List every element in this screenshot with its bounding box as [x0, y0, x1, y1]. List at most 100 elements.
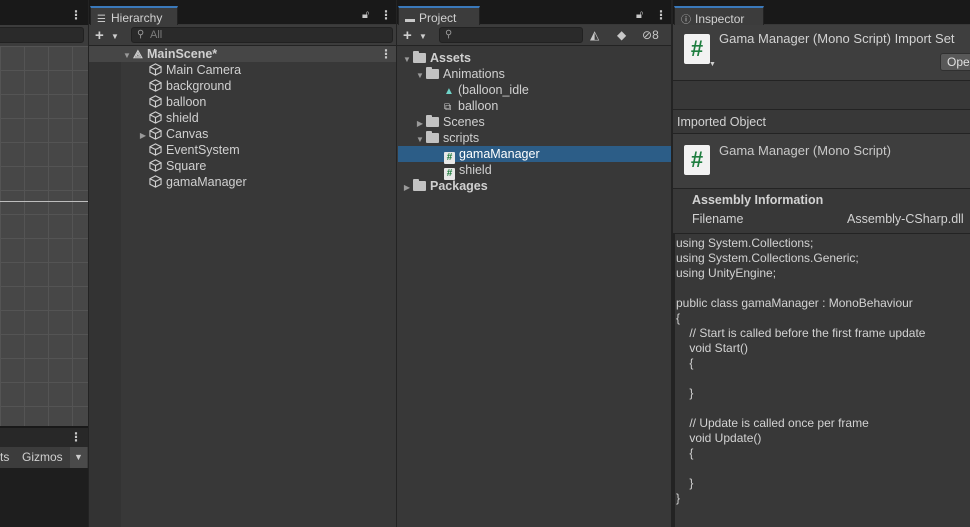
panel-divider[interactable] — [671, 0, 673, 527]
gameobject-icon — [149, 79, 162, 92]
asset-balloon-idle[interactable]: ▲ (balloon_idle — [444, 82, 529, 98]
hierarchy-item-label: gamaManager — [166, 175, 247, 189]
hierarchy-search-input[interactable]: ⚲ All — [131, 27, 393, 43]
tab-inspector[interactable]: ⓘ Inspector — [674, 6, 764, 26]
expand-icon[interactable]: ▼ — [414, 68, 426, 84]
scene-header[interactable]: ▼ ⟁ MainScene* — [121, 46, 217, 62]
gameobject-icon — [149, 175, 162, 188]
code-line: // Start is called before the first fram… — [676, 326, 926, 340]
folder-assets[interactable]: ▼ Assets — [401, 50, 471, 66]
gizmos-button[interactable]: Gizmos — [22, 450, 63, 464]
search-icon: ⚲ — [445, 29, 453, 40]
hierarchy-item[interactable]: shield — [137, 110, 199, 126]
hierarchy-panel — [89, 24, 396, 527]
folder-assets-label: Assets — [430, 51, 471, 65]
stats-label[interactable]: ts — [0, 450, 9, 464]
open-button[interactable]: Ope — [940, 53, 970, 71]
project-lock-icon[interactable]: 🔓︎ — [636, 9, 643, 22]
inspector-tab-label: Inspector — [695, 12, 745, 26]
folder-icon — [426, 115, 439, 127]
scene-expand-icon[interactable]: ▼ — [121, 48, 133, 64]
scene-search-input[interactable] — [0, 27, 84, 43]
tab-hierarchy[interactable]: ☰ Hierarchy — [90, 6, 178, 26]
scene-grid-view[interactable] — [0, 46, 88, 426]
code-line: using System.Collections; — [676, 236, 814, 250]
gameobject-icon — [149, 63, 162, 76]
hierarchy-item-label: background — [166, 79, 232, 93]
imported-object-label: Imported Object — [677, 115, 766, 129]
tab-project[interactable]: ▬ Project — [398, 6, 480, 26]
hierarchy-item[interactable]: Main Camera — [137, 62, 241, 78]
hierarchy-item-label: Main Camera — [166, 63, 242, 77]
game-view — [0, 468, 88, 527]
csharp-script-large-icon: # — [684, 34, 710, 64]
hierarchy-add-icon[interactable]: + — [95, 28, 104, 43]
panel-divider[interactable] — [88, 0, 89, 527]
code-line: using UnityEngine; — [676, 266, 777, 280]
project-panel — [397, 24, 671, 527]
object-title: Gama Manager (Mono Script) — [719, 143, 891, 158]
hierarchy-add-dropdown-icon[interactable]: ▼ — [111, 32, 119, 41]
hidden-packages-icon[interactable]: ⊘8 — [642, 28, 659, 42]
asset-gamamanager-label: gamaManager — [459, 147, 540, 161]
hierarchy-item[interactable]: Square — [137, 158, 206, 174]
asset-balloon-controller[interactable]: ⧉ balloon — [444, 98, 498, 114]
folder-packages[interactable]: ▶ Packages — [401, 178, 488, 194]
code-line: using System.Collections.Generic; — [676, 251, 859, 265]
project-add-dropdown-icon[interactable]: ▼ — [419, 32, 427, 41]
filename-label: Filename — [692, 212, 744, 226]
hierarchy-tab-icon: ☰ — [97, 14, 106, 25]
code-line: { — [676, 446, 694, 460]
folder-icon — [413, 179, 426, 191]
header-dropdown-icon[interactable]: ▼ — [709, 61, 716, 68]
hierarchy-search-placeholder: All — [150, 29, 163, 41]
hierarchy-item-label: balloon — [166, 95, 207, 109]
folder-animations[interactable]: ▼ Animations — [414, 66, 505, 82]
expand-icon[interactable]: ▶ — [401, 180, 413, 196]
asset-gamamanager-script[interactable]: # gamaManager — [444, 146, 540, 164]
project-add-icon[interactable]: + — [403, 28, 412, 43]
hierarchy-tab-label: Hierarchy — [111, 11, 163, 25]
gameobject-icon — [149, 159, 162, 172]
gameobject-icon — [149, 127, 162, 140]
filename-value: Assembly-CSharp.dll — [847, 212, 964, 226]
project-search-input[interactable]: ⚲ — [439, 27, 583, 43]
folder-icon — [413, 51, 426, 63]
hierarchy-menu-icon[interactable]: ⋮ — [380, 9, 392, 21]
hierarchy-lock-icon[interactable]: 🔓︎ — [362, 9, 369, 22]
folder-scenes[interactable]: ▶ Scenes — [414, 114, 485, 130]
hierarchy-item[interactable]: EventSystem — [137, 142, 240, 158]
info-icon: ⓘ — [681, 15, 691, 26]
folder-scripts[interactable]: ▼ scripts — [414, 130, 479, 146]
assembly-info-heading: Assembly Information — [692, 193, 824, 207]
folder-open-icon — [426, 67, 439, 79]
csharp-script-object-icon: # — [684, 145, 710, 175]
code-line: public class gamaManager : MonoBehaviour — [676, 296, 913, 310]
filter-by-type-icon[interactable]: ◭ — [590, 28, 599, 42]
gizmos-dropdown-icon[interactable]: ▼ — [70, 447, 87, 468]
unity-scene-icon: ⟁ — [133, 49, 143, 61]
hierarchy-item[interactable]: balloon — [137, 94, 206, 110]
project-menu-icon[interactable]: ⋮ — [655, 9, 667, 21]
game-panel-menu-icon[interactable]: ⋮ — [70, 431, 82, 443]
hierarchy-item-label: Square — [166, 159, 207, 173]
code-line: } — [676, 386, 694, 400]
hierarchy-item[interactable]: background — [137, 78, 231, 94]
scene-panel-menu-icon[interactable]: ⋮ — [70, 9, 82, 21]
hierarchy-item[interactable]: gamaManager — [137, 174, 247, 190]
gameobject-icon — [149, 143, 162, 156]
inspector-header-title: Gama Manager (Mono Script) Import Set — [719, 31, 955, 46]
panel-divider[interactable] — [396, 0, 397, 527]
asset-shield-script[interactable]: # shield — [444, 162, 492, 180]
imported-object-header — [673, 133, 970, 189]
scene-menu-icon[interactable]: ⋮ — [380, 48, 392, 60]
expand-icon[interactable]: ▼ — [401, 52, 413, 68]
code-line: } — [676, 491, 681, 505]
asset-balloon-controller-label: balloon — [458, 99, 499, 113]
hierarchy-item[interactable]: ▶ Canvas — [137, 126, 208, 142]
filter-by-label-icon[interactable]: ◆ — [617, 28, 626, 42]
